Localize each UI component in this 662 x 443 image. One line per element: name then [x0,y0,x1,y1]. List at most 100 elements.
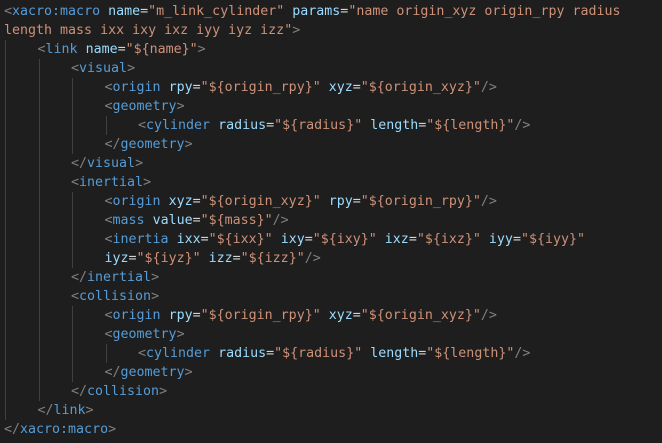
code-line[interactable]: </collision> [0,382,662,401]
indent-guide [5,344,6,363]
indent-guide [38,97,40,116]
code-string-value: "${izz}" [240,251,305,266]
code-punctuation: < [104,194,113,209]
code-punctuation: </ [4,422,21,437]
code-line[interactable]: <cylinder radius="${radius}" length="${l… [0,116,662,135]
indent-guide [5,135,6,154]
code-punctuation: > [292,23,301,38]
code-attribute-name: ixz [384,232,409,247]
indent-guide [5,268,6,287]
code-punctuation: < [104,232,113,247]
code-editor[interactable]: <xacro:macro name="m_link_cylinder" para… [0,0,662,443]
code-tag-name: origin [112,308,161,323]
code-line[interactable]: <cylinder radius="${radius}" length="${l… [0,344,662,363]
code-line[interactable]: </geometry> [0,135,662,154]
indent-guide [38,135,40,154]
code-line[interactable]: </xacro:macro> [0,420,662,439]
code-punctuation: /> [480,194,497,209]
code-line[interactable]: <visual> [0,59,662,78]
code-punctuation: < [104,213,113,228]
code-punctuation: < [71,175,80,190]
code-tag-name: xacro:macro [20,422,109,437]
code-punctuation: > [143,175,152,190]
indent-guide [72,135,73,154]
code-line[interactable]: <inertial> [0,173,662,192]
indent-guide [5,363,6,382]
code-string-value: "${origin_rpy}" [360,194,481,209]
code-punctuation: </ [104,137,121,152]
code-line[interactable]: <origin rpy="${origin_rpy}" xyz="${origi… [0,306,662,325]
indent-guide [105,116,107,135]
indent-guide [72,97,73,116]
code-line[interactable]: </inertial> [0,268,662,287]
code-line[interactable]: </link> [0,401,662,420]
indent-guide [72,230,73,249]
code-line[interactable]: <mass value="${mass}"/> [0,211,662,230]
code-punctuation: > [85,403,94,418]
code-string-value: length mass ixx ixy ixz iyy iyz izz" [4,23,293,38]
indent-guide [105,344,107,363]
indent-guide [72,344,73,363]
code-punctuation: > [197,42,206,57]
indent-guide [5,382,6,401]
indent-guide [5,173,6,192]
code-tag-name: xacro:macro [12,4,101,19]
indent-guide [38,116,40,135]
code-attribute-name: izz [208,251,233,266]
code-tag-name: mass [112,213,145,228]
code-line[interactable]: <link name="${name}"> [0,40,662,59]
code-line[interactable]: length mass ixx ixy ixz iyy iyz izz"> [0,21,662,40]
code-line[interactable]: iyz="${iyz}" izz="${izz}"/> [0,249,662,268]
indent-guide [72,192,73,211]
code-punctuation: < [71,289,80,304]
code-punctuation: /> [514,118,531,133]
code-attribute-name: xyz [328,308,353,323]
code-text: = [192,213,201,228]
code-text: = [266,118,275,133]
code-text: = [192,308,201,323]
code-punctuation: </ [71,384,88,399]
code-tag-name: collision [79,289,152,304]
code-attribute-name: value [152,213,193,228]
code-line[interactable]: <collision> [0,287,662,306]
indent-guide [5,116,6,135]
code-string-value: "${origin_xyz}" [360,80,481,95]
code-line[interactable]: </visual> [0,154,662,173]
code-attribute-name: xyz [328,80,353,95]
code-line[interactable]: <xacro:macro name="m_link_cylinder" para… [0,2,662,21]
code-punctuation: > [135,156,144,171]
indent-guide [38,249,40,268]
code-punctuation: > [108,422,117,437]
code-punctuation: </ [104,365,121,380]
code-string-value: "${mass}" [200,213,273,228]
code-line[interactable]: <inertia ixx="${ixx}" ixy="${ixy}" ixz="… [0,230,662,249]
code-text: = [200,232,209,247]
code-text: = [192,194,201,209]
code-punctuation: /> [480,308,497,323]
code-line[interactable]: </geometry> [0,363,662,382]
code-string-value: "${origin_rpy}" [200,308,321,323]
indent-guide [5,192,6,211]
code-line[interactable]: <geometry> [0,97,662,116]
code-line[interactable]: <geometry> [0,325,662,344]
code-line[interactable]: <origin rpy="${origin_rpy}" xyz="${origi… [0,78,662,97]
code-attribute-name: name [85,42,118,57]
code-string-value: "${iyy}" [520,232,585,247]
code-attribute-name: ixx [176,232,201,247]
code-text: = [304,232,313,247]
code-text: = [512,232,521,247]
code-attribute-name: rpy [168,80,193,95]
indent-guide [5,325,6,344]
indent-guide [38,230,40,249]
code-tag-name: geometry [112,99,177,114]
indent-guide [38,173,40,192]
code-line[interactable]: <origin xyz="${origin_xyz}" rpy="${origi… [0,192,662,211]
code-punctuation: > [184,137,193,152]
code-tag-name: visual [87,156,136,171]
